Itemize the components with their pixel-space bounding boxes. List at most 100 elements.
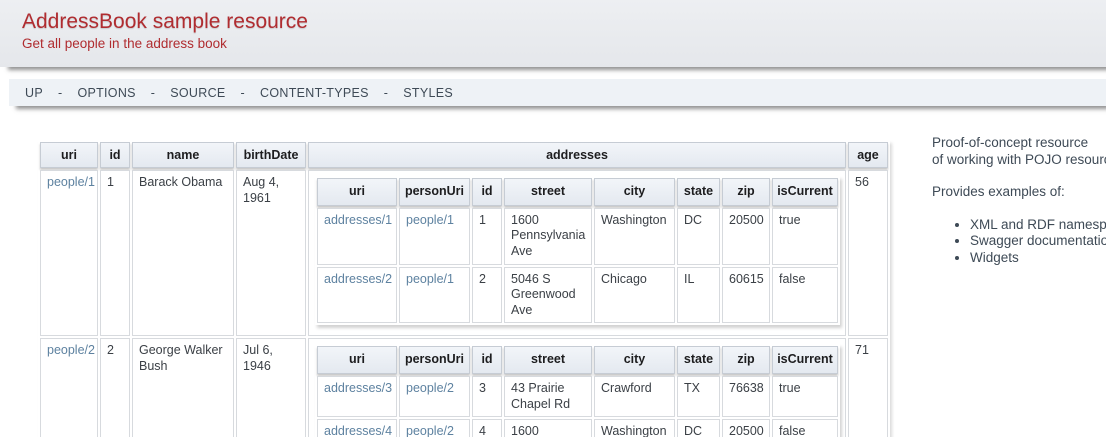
- side-note: Proof-of-concept resource of working wit…: [932, 135, 1106, 266]
- people-col-name: name: [132, 142, 234, 168]
- side-note-bullet: XML and RDF namespaces: [970, 217, 1106, 234]
- addr-col-id: id: [472, 178, 502, 206]
- address-personuri-cell: people/2: [399, 419, 470, 437]
- address-uri-cell: addresses/1: [317, 208, 397, 265]
- person-name-cell: Barack Obama: [132, 170, 234, 336]
- address-zip-cell: 20500: [722, 208, 770, 265]
- side-note-text: of working with POJO resources: [932, 152, 1106, 169]
- addr-col-street: street: [504, 178, 592, 206]
- address-id-cell: 2: [472, 267, 502, 324]
- side-note-bullet: Swagger documentation: [970, 233, 1106, 250]
- addr-col-zip: zip: [722, 178, 770, 206]
- address-state-cell: TX: [677, 376, 720, 417]
- address-row: addresses/1 people/1 1 1600 Pennsylvania…: [317, 208, 838, 265]
- address-street-cell: 43 Prairie Chapel Rd: [504, 376, 592, 417]
- person-row: people/2 2 George Walker Bush Jul 6, 194…: [40, 338, 888, 437]
- person-id-cell: 2: [100, 338, 130, 437]
- address-uri-cell: addresses/4: [317, 419, 397, 437]
- addr-col-state: state: [677, 178, 720, 206]
- address-state-cell: IL: [677, 267, 720, 324]
- nav-item-up[interactable]: UP: [25, 86, 43, 100]
- address-uri-cell: addresses/3: [317, 376, 397, 417]
- address-city-cell: Washington: [594, 208, 675, 265]
- nav-item-options[interactable]: OPTIONS: [77, 86, 135, 100]
- address-city-cell: Crawford: [594, 376, 675, 417]
- address-personuri-cell: people/2: [399, 376, 470, 417]
- address-row: addresses/4 people/2 4 1600 Pennsylvania…: [317, 419, 838, 437]
- nav-separator: -: [384, 86, 388, 100]
- address-id-cell: 1: [472, 208, 502, 265]
- people-table: uri id name birthDate addresses age peop…: [38, 140, 890, 437]
- addresses-header-row: uri personUri id street city state zip i…: [317, 346, 838, 374]
- addr-col-state: state: [677, 346, 720, 374]
- address-uri-link[interactable]: addresses/4: [324, 424, 392, 437]
- people-col-id: id: [100, 142, 130, 168]
- page-title: AddressBook sample resource: [0, 0, 1106, 34]
- address-street-cell: 5046 S Greenwood Ave: [504, 267, 592, 324]
- nav-separator: -: [241, 86, 245, 100]
- address-zip-cell: 76638: [722, 376, 770, 417]
- person-name-cell: George Walker Bush: [132, 338, 234, 437]
- address-personuri-link[interactable]: people/2: [406, 424, 454, 437]
- person-uri-link[interactable]: people/1: [47, 175, 95, 189]
- addr-col-iscurrent: isCurrent: [772, 178, 838, 206]
- addr-col-city: city: [594, 346, 675, 374]
- page-header: AddressBook sample resource Get all peop…: [0, 0, 1106, 67]
- addr-col-street: street: [504, 346, 592, 374]
- address-iscurrent-cell: true: [772, 208, 838, 265]
- address-personuri-link[interactable]: people/2: [406, 381, 454, 395]
- person-row: people/1 1 Barack Obama Aug 4, 1961: [40, 170, 888, 336]
- address-state-cell: DC: [677, 208, 720, 265]
- side-note-bullet-list: XML and RDF namespaces Swagger documenta…: [932, 217, 1106, 267]
- addr-col-iscurrent: isCurrent: [772, 346, 838, 374]
- nav-bar: UP - OPTIONS - SOURCE - CONTENT-TYPES - …: [9, 79, 1106, 106]
- addr-col-id: id: [472, 346, 502, 374]
- addresses-table: uri personUri id street city state zip i…: [315, 176, 840, 325]
- person-addresses-cell: uri personUri id street city state zip i…: [308, 170, 846, 336]
- side-note-bullet: Widgets: [970, 250, 1106, 267]
- person-birthdate-cell: Aug 4, 1961: [236, 170, 306, 336]
- address-personuri-link[interactable]: people/1: [406, 213, 454, 227]
- address-row: addresses/2 people/1 2 5046 S Greenwood …: [317, 267, 838, 324]
- person-addresses-cell: uri personUri id street city state zip i…: [308, 338, 846, 437]
- address-iscurrent-cell: true: [772, 376, 838, 417]
- person-uri-cell: people/1: [40, 170, 98, 336]
- address-uri-link[interactable]: addresses/2: [324, 272, 392, 286]
- address-city-cell: Chicago: [594, 267, 675, 324]
- address-personuri-cell: people/1: [399, 267, 470, 324]
- address-personuri-link[interactable]: people/1: [406, 272, 454, 286]
- addr-col-city: city: [594, 178, 675, 206]
- address-uri-cell: addresses/2: [317, 267, 397, 324]
- address-personuri-cell: people/1: [399, 208, 470, 265]
- people-col-birthdate: birthDate: [236, 142, 306, 168]
- address-uri-link[interactable]: addresses/3: [324, 381, 392, 395]
- addresses-table: uri personUri id street city state zip i…: [315, 344, 840, 437]
- address-id-cell: 3: [472, 376, 502, 417]
- people-col-addresses: addresses: [308, 142, 846, 168]
- address-street-cell: 1600 Pennsylvania Ave: [504, 208, 592, 265]
- person-age-cell: 56: [848, 170, 888, 336]
- person-uri-link[interactable]: people/2: [47, 343, 95, 357]
- person-id-cell: 1: [100, 170, 130, 336]
- addr-col-personuri: personUri: [399, 346, 470, 374]
- address-zip-cell: 60615: [722, 267, 770, 324]
- nav-separator: -: [151, 86, 155, 100]
- addr-col-zip: zip: [722, 346, 770, 374]
- page: AddressBook sample resource Get all peop…: [0, 0, 1106, 437]
- address-iscurrent-cell: false: [772, 267, 838, 324]
- address-uri-link[interactable]: addresses/1: [324, 213, 392, 227]
- nav-item-source[interactable]: SOURCE: [170, 86, 225, 100]
- page-subtitle: Get all people in the address book: [22, 36, 1106, 51]
- nav-item-styles[interactable]: STYLES: [403, 86, 453, 100]
- person-age-cell: 71: [848, 338, 888, 437]
- address-iscurrent-cell: false: [772, 419, 838, 437]
- address-id-cell: 4: [472, 419, 502, 437]
- address-street-cell: 1600 Pennsylvania Ave: [504, 419, 592, 437]
- address-zip-cell: 20500: [722, 419, 770, 437]
- addr-col-personuri: personUri: [399, 178, 470, 206]
- side-note-heading: Provides examples of:: [932, 184, 1106, 201]
- nav-item-content-types[interactable]: CONTENT-TYPES: [260, 86, 369, 100]
- address-row: addresses/3 people/2 3 43 Prairie Chapel…: [317, 376, 838, 417]
- people-col-age: age: [848, 142, 888, 168]
- address-city-cell: Washington: [594, 419, 675, 437]
